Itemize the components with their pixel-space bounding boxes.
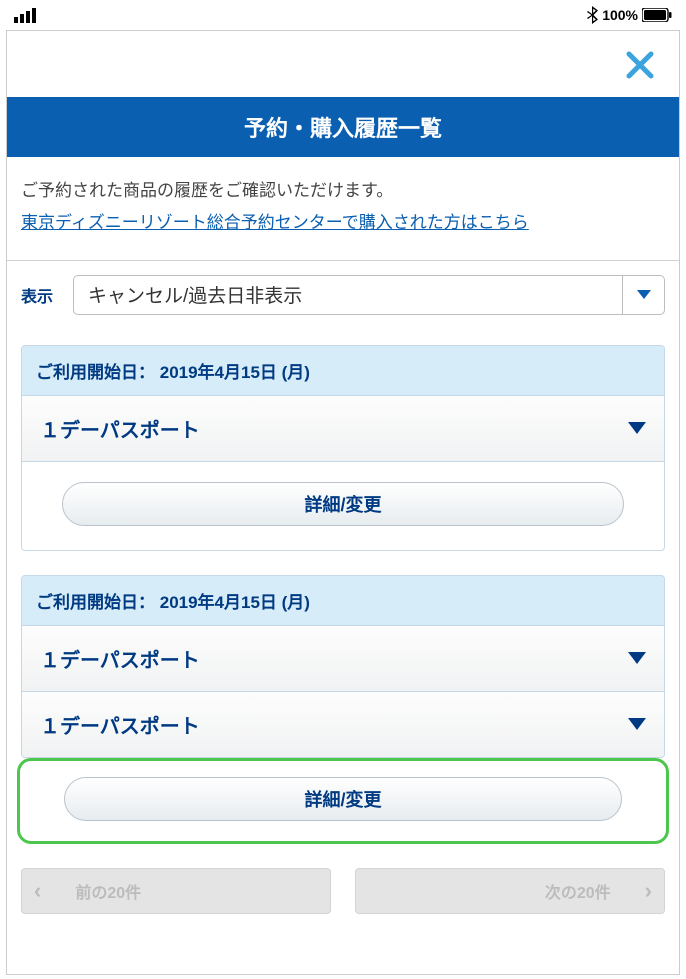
filter-selected-value: キャンセル/過去日非表示 bbox=[74, 276, 622, 314]
chevron-down-icon bbox=[628, 718, 646, 730]
prev-label: 前の20件 bbox=[75, 879, 141, 903]
highlighted-action: 詳細/変更 bbox=[17, 758, 669, 844]
ticket-name: １デーパスポート bbox=[40, 644, 200, 673]
status-bar: 100% bbox=[0, 0, 686, 30]
filter-row: 表示 キャンセル/過去日非表示 bbox=[7, 261, 679, 331]
card-footer: 詳細/変更 bbox=[22, 461, 664, 550]
intro-text: ご予約された商品の履歴をご確認いただけます。 bbox=[21, 181, 393, 200]
card-date: ご利用開始日： 2019年4月15日 (月) bbox=[22, 576, 664, 625]
bluetooth-icon bbox=[587, 6, 598, 24]
booking-card: ご利用開始日： 2019年4月15日 (月) １デーパスポート １デーパスポート bbox=[21, 575, 665, 758]
chevron-down-icon bbox=[622, 276, 664, 314]
battery-icon bbox=[642, 8, 672, 22]
ticket-item-row[interactable]: １デーパスポート bbox=[22, 395, 664, 461]
intro-section: ご予約された商品の履歴をご確認いただけます。 東京ディズニーリゾート総合予約セン… bbox=[7, 157, 679, 261]
next-label: 次の20件 bbox=[545, 879, 611, 903]
detail-change-button[interactable]: 詳細/変更 bbox=[64, 777, 622, 821]
chevron-left-icon: ‹ bbox=[34, 878, 41, 904]
ticket-item-row[interactable]: １デーパスポート bbox=[22, 625, 664, 691]
filter-label: 表示 bbox=[21, 283, 53, 307]
next-page-button[interactable]: 次の20件 › bbox=[355, 868, 665, 914]
chevron-down-icon bbox=[628, 652, 646, 664]
prev-page-button[interactable]: ‹ 前の20件 bbox=[21, 868, 331, 914]
date-value: 2019年4月15日 (月) bbox=[160, 363, 310, 382]
content-frame: 予約・購入履歴一覧 ご予約された商品の履歴をご確認いただけます。 東京ディズニー… bbox=[6, 30, 680, 975]
ticket-name: １デーパスポート bbox=[40, 710, 200, 739]
filter-select[interactable]: キャンセル/過去日非表示 bbox=[73, 275, 665, 315]
pagination: ‹ 前の20件 次の20件 › bbox=[7, 856, 679, 914]
booking-card: ご利用開始日： 2019年4月15日 (月) １デーパスポート 詳細/変更 bbox=[21, 345, 665, 551]
signal-indicator bbox=[14, 8, 36, 23]
signal-bars-icon bbox=[14, 8, 36, 23]
date-label: ご利用開始日： bbox=[36, 363, 155, 382]
ticket-name: １デーパスポート bbox=[40, 414, 200, 443]
chevron-down-icon bbox=[628, 422, 646, 434]
close-icon[interactable] bbox=[625, 47, 655, 87]
status-right: 100% bbox=[587, 6, 672, 24]
ticket-item-row[interactable]: １デーパスポート bbox=[22, 691, 664, 757]
chevron-right-icon: › bbox=[645, 878, 652, 904]
date-value: 2019年4月15日 (月) bbox=[160, 593, 310, 612]
page-title: 予約・購入履歴一覧 bbox=[7, 97, 679, 157]
intro-link[interactable]: 東京ディズニーリゾート総合予約センターで購入された方はこちら bbox=[21, 213, 529, 232]
detail-change-button[interactable]: 詳細/変更 bbox=[62, 482, 624, 526]
card-date: ご利用開始日： 2019年4月15日 (月) bbox=[22, 346, 664, 395]
battery-percent: 100% bbox=[602, 7, 638, 23]
date-label: ご利用開始日： bbox=[36, 593, 155, 612]
